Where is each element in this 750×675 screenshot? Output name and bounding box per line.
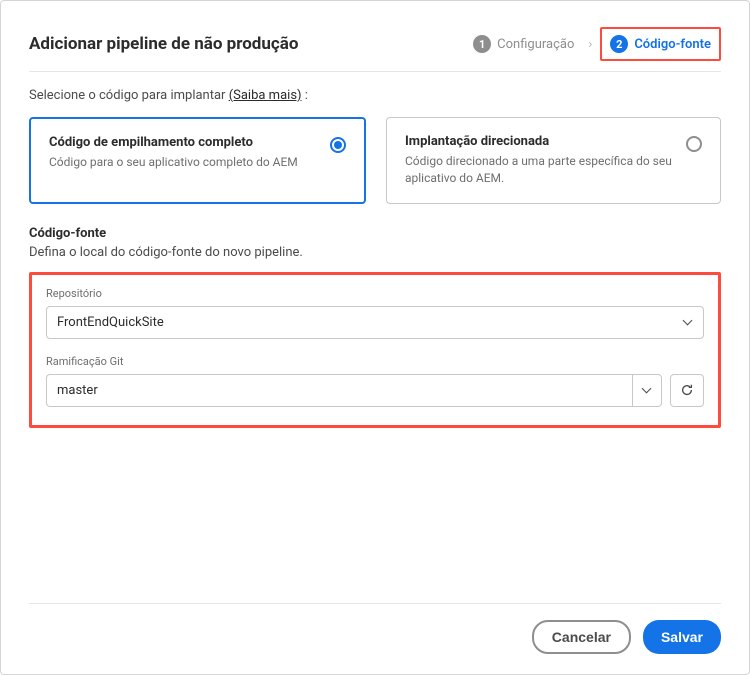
card-targeted-deployment[interactable]: Implantação direcionada Código direciona… (386, 117, 721, 204)
refresh-branches-button[interactable] (670, 374, 704, 407)
dialog-footer: Cancelar Salvar (29, 603, 721, 654)
chevron-right-icon: › (588, 37, 592, 52)
step-number: 2 (610, 35, 628, 53)
card-description: Código direcionado a uma parte específic… (405, 153, 676, 187)
cancel-button[interactable]: Cancelar (532, 620, 631, 654)
dialog-header: Adicionar pipeline de não produção 1 Con… (29, 27, 721, 72)
step-configuration[interactable]: 1 Configuração (467, 31, 580, 57)
instruction-prefix: Selecione o código para implantar (29, 88, 229, 103)
card-title: Código de empilhamento completo (49, 135, 320, 150)
git-branch-dropdown-button[interactable] (632, 374, 662, 407)
step-number: 1 (473, 35, 491, 53)
card-text: Código de empilhamento completo Código p… (49, 135, 330, 171)
add-pipeline-dialog: Adicionar pipeline de não produção 1 Con… (0, 0, 750, 675)
radio-icon (330, 137, 346, 153)
wizard-stepper: 1 Configuração › 2 Código-fonte (467, 27, 721, 61)
radio-icon (686, 136, 702, 152)
step-label: Código-fonte (634, 37, 711, 52)
instruction-text: Selecione o código para implantar (Saiba… (29, 88, 721, 103)
card-full-stack[interactable]: Código de empilhamento completo Código p… (29, 117, 366, 204)
step-source-code[interactable]: 2 Código-fonte (600, 27, 721, 61)
save-button[interactable]: Salvar (643, 620, 721, 654)
chevron-down-icon (683, 317, 693, 327)
repository-value: FrontEndQuickSite (57, 315, 164, 330)
git-branch-input[interactable]: master (46, 374, 632, 407)
step-label: Configuração (497, 37, 574, 52)
card-text: Implantação direcionada Código direciona… (405, 134, 686, 187)
instruction-suffix: : (302, 88, 308, 103)
git-branch-label: Ramificação Git (46, 355, 704, 368)
code-type-cards: Código de empilhamento completo Código p… (29, 117, 721, 204)
source-fields-group: Repositório FrontEndQuickSite Ramificaçã… (29, 272, 721, 428)
source-section-title: Código-fonte (29, 226, 721, 241)
chevron-down-icon (642, 385, 652, 395)
learn-more-link[interactable]: (Saiba mais) (229, 88, 302, 103)
refresh-icon (680, 383, 694, 397)
source-section-subtitle: Defina o local do código-fonte do novo p… (29, 245, 721, 260)
page-title: Adicionar pipeline de não produção (29, 34, 298, 54)
git-branch-value: master (57, 383, 98, 398)
repository-select[interactable]: FrontEndQuickSite (46, 306, 704, 339)
card-description: Código para o seu aplicativo completo do… (49, 154, 320, 171)
card-title: Implantação direcionada (405, 134, 676, 149)
repository-label: Repositório (46, 287, 704, 300)
